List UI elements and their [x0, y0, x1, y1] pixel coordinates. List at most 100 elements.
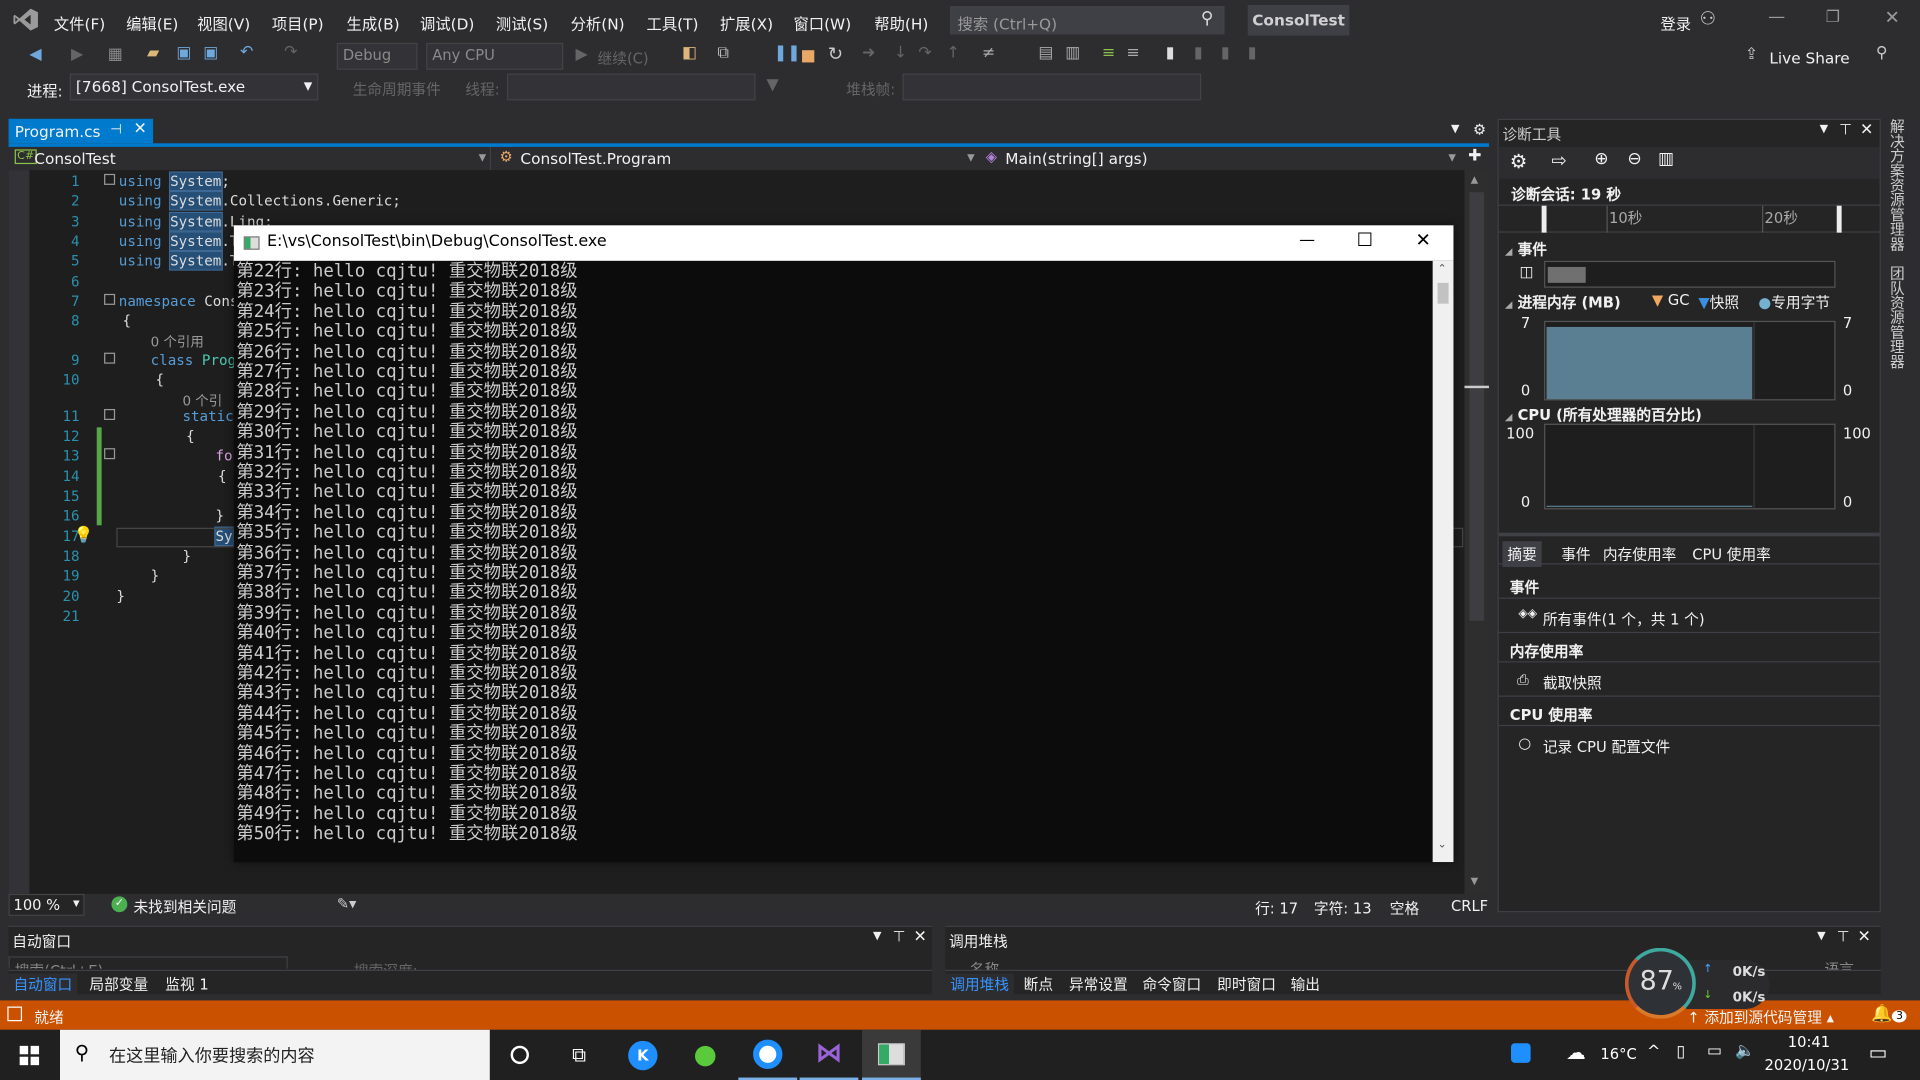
- side-tab-team-explorer[interactable]: 团队资源管理器: [1886, 266, 1908, 388]
- stop-button[interactable]: [802, 50, 815, 63]
- bottom-tab[interactable]: 异常设置: [1064, 973, 1133, 994]
- next-bookmark-icon[interactable]: ▮: [1221, 44, 1230, 62]
- cpu-section-header[interactable]: ◢ CPU (所有处理器的百分比): [1505, 404, 1702, 425]
- forward-icon[interactable]: ▶: [71, 45, 83, 63]
- save-icon[interactable]: ▣: [176, 44, 191, 62]
- live-share-button[interactable]: Live Share: [1769, 49, 1849, 67]
- hex-display-icon[interactable]: ≠: [982, 44, 995, 62]
- uncomment-icon[interactable]: ▥: [1065, 44, 1080, 62]
- indent-mode-status[interactable]: 空格: [1390, 898, 1419, 919]
- autos-search-input[interactable]: 搜索(Ctrl+E): [8, 956, 288, 969]
- collapse-toggle-icon[interactable]: [104, 408, 116, 421]
- collapse-toggle-icon[interactable]: [104, 352, 116, 364]
- continue-button[interactable]: 继续(C): [598, 48, 649, 69]
- step-into-icon[interactable]: ↓: [894, 44, 907, 62]
- tab-settings-icon[interactable]: ⚙: [1473, 121, 1486, 138]
- tab-close-icon[interactable]: ✕: [133, 120, 146, 138]
- scroll-up-icon[interactable]: ⌃: [1438, 263, 1447, 275]
- pause-button[interactable]: ❚❚: [774, 44, 801, 62]
- panel-close-icon[interactable]: ✕: [1860, 121, 1873, 139]
- stack-frame-dropdown[interactable]: [902, 73, 1202, 101]
- events-section-header[interactable]: ◢ 事件: [1505, 239, 1547, 260]
- clear-bookmarks-icon[interactable]: ▮: [1248, 44, 1257, 62]
- redo-icon[interactable]: ↷: [284, 43, 297, 61]
- bookmark-icon[interactable]: ▮: [1166, 44, 1175, 62]
- bottom-tab[interactable]: 即时窗口: [1212, 973, 1281, 994]
- start-button[interactable]: [0, 1030, 59, 1080]
- menu-item[interactable]: 项目(P): [272, 11, 324, 34]
- editor-vertical-scrollbar[interactable]: ▲ ▼: [1464, 170, 1489, 894]
- scroll-up-icon[interactable]: ▲: [1471, 174, 1479, 185]
- record-cpu-profile-button[interactable]: 记录 CPU 配置文件: [1543, 736, 1670, 757]
- search-box[interactable]: 搜索 (Ctrl+Q) ⚲: [950, 6, 1225, 35]
- zoom-out-icon[interactable]: ⊖: [1627, 149, 1641, 169]
- scroll-down-icon[interactable]: ▼: [1471, 876, 1479, 887]
- console-maximize-button[interactable]: ☐: [1357, 229, 1373, 251]
- menu-item[interactable]: 分析(N): [571, 11, 625, 34]
- panel-menu-icon[interactable]: ▼: [1817, 931, 1825, 943]
- codelens-references[interactable]: 0 个引用: [151, 334, 204, 350]
- taskbar-search[interactable]: ⚲ 在这里输入你要搜索的内容: [60, 1029, 490, 1080]
- project-dropdown[interactable]: C# ConsolTest ▼: [9, 146, 492, 171]
- console-minimize-button[interactable]: —: [1299, 231, 1315, 249]
- menu-item[interactable]: 扩展(X): [720, 11, 773, 34]
- weather-icon[interactable]: ☁: [1566, 1041, 1586, 1064]
- clock-time[interactable]: 10:41: [1788, 1033, 1830, 1050]
- temperature[interactable]: 16°C: [1600, 1046, 1636, 1063]
- network-monitor-widget[interactable]: 87 % ↑ 0K/s ↓ 0K/s: [1624, 947, 1772, 1021]
- menu-item[interactable]: 生成(B): [347, 11, 400, 34]
- brush-icon[interactable]: ✎▾: [337, 895, 357, 912]
- qq-tray-icon[interactable]: [1511, 1043, 1531, 1063]
- notifications-button[interactable]: 🔔 3: [1871, 1004, 1907, 1024]
- bottom-tab[interactable]: 局部变量: [84, 973, 153, 994]
- open-icon[interactable]: ▰: [147, 44, 159, 62]
- new-project-icon[interactable]: ▦: [108, 45, 123, 63]
- split-icon[interactable]: ✚: [1468, 147, 1481, 165]
- tray-app-icon[interactable]: ▯: [1676, 1043, 1685, 1061]
- sign-in-link[interactable]: 登录: [1660, 11, 1691, 34]
- kugou-app-icon[interactable]: K: [613, 1030, 672, 1080]
- undo-icon[interactable]: ↶: [240, 43, 253, 61]
- save-all-icon[interactable]: ▣: [203, 44, 218, 62]
- panel-close-icon[interactable]: ✕: [1858, 928, 1871, 946]
- tab-program-cs[interactable]: Program.cs ⊣ ✕: [8, 118, 154, 144]
- screenshot-icon[interactable]: ⧉: [718, 44, 729, 62]
- menu-item[interactable]: 工具(T): [647, 11, 699, 34]
- indent-icon[interactable]: ≡: [1102, 44, 1115, 62]
- bottom-tab[interactable]: 命令窗口: [1138, 973, 1207, 994]
- show-hidden-icons[interactable]: ^: [1647, 1043, 1660, 1061]
- all-events-link[interactable]: 所有事件(1 个，共 1 个): [1543, 609, 1705, 630]
- console-close-button[interactable]: ✕: [1416, 229, 1431, 251]
- line-ending-status[interactable]: CRLF: [1451, 898, 1488, 915]
- codelens-references[interactable]: 0 个引: [182, 393, 222, 409]
- column-name[interactable]: 名称: [970, 959, 999, 970]
- restore-button[interactable]: ❐: [1826, 9, 1840, 27]
- filter-icon[interactable]: ▼: [767, 76, 779, 94]
- member-dropdown[interactable]: ◈ Main(string[] args) ▼: [983, 147, 1459, 170]
- clock-date[interactable]: 2020/10/31: [1764, 1057, 1849, 1074]
- console-scroll-thumb[interactable]: [1437, 282, 1449, 304]
- issues-status[interactable]: 未找到相关问题: [133, 896, 236, 917]
- bottom-tab[interactable]: 监视 1: [160, 973, 213, 994]
- lifecycle-events-button[interactable]: 生命周期事件: [353, 78, 441, 99]
- menu-item[interactable]: 窗口(W): [793, 11, 851, 34]
- show-next-statement-icon[interactable]: ➜: [862, 44, 875, 62]
- pin-icon[interactable]: ⊤: [1839, 121, 1852, 138]
- restart-button[interactable]: ↻: [828, 43, 843, 65]
- bottom-tab[interactable]: 断点: [1019, 973, 1058, 994]
- panel-menu-icon[interactable]: ▼: [873, 931, 881, 943]
- platform-dropdown[interactable]: Any CPU: [426, 42, 564, 70]
- column-language[interactable]: 语言: [1824, 959, 1853, 970]
- chart-icon[interactable]: ▥: [1658, 149, 1674, 169]
- thread-dropdown[interactable]: [506, 73, 756, 101]
- panel-close-icon[interactable]: ✕: [913, 928, 926, 946]
- tab-overflow-icon[interactable]: ▼: [1451, 124, 1459, 136]
- take-snapshot-button[interactable]: 截取快照: [1543, 672, 1602, 693]
- menu-item[interactable]: 测试(S): [496, 11, 548, 34]
- scroll-down-icon[interactable]: ⌄: [1438, 839, 1447, 851]
- volume-icon[interactable]: 🔈: [1735, 1042, 1755, 1060]
- console-app-taskbar-icon[interactable]: [862, 1029, 921, 1080]
- console-window[interactable]: E:\vs\ConsolTest\bin\Debug\ConsolTest.ex…: [233, 225, 1454, 863]
- menu-item[interactable]: 调试(D): [420, 11, 474, 34]
- wechat-app-icon[interactable]: ●: [676, 1030, 735, 1080]
